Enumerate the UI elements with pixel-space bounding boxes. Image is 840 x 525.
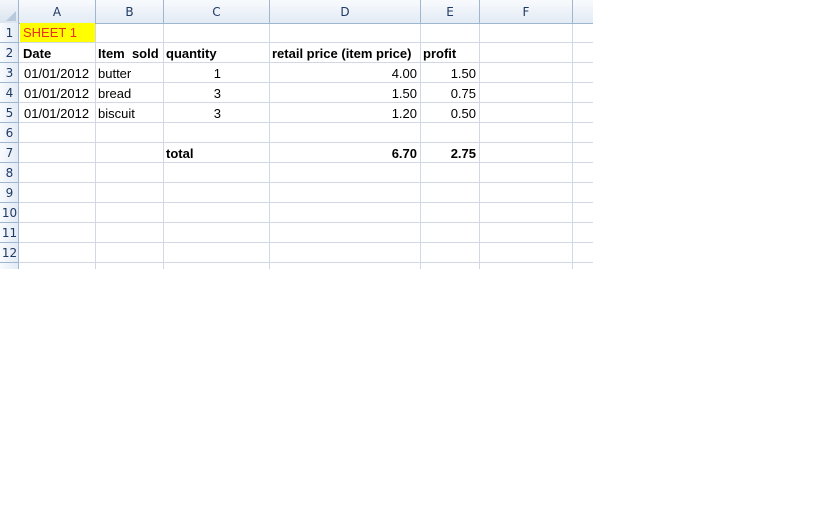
- cell-e4-profit[interactable]: 0.75: [420, 83, 479, 103]
- row-header-1[interactable]: 1: [0, 23, 19, 43]
- column-header-bar: A B C D E F: [0, 0, 593, 24]
- column-header-e[interactable]: E: [421, 0, 480, 23]
- column-header-d[interactable]: D: [270, 0, 421, 23]
- cell-a2-header-date[interactable]: Date: [20, 43, 95, 63]
- cell-b5-item[interactable]: biscuit: [95, 103, 163, 123]
- cell-e7-total-profit[interactable]: 2.75: [420, 143, 479, 163]
- cell-b4-item[interactable]: bread: [95, 83, 163, 103]
- cell-d4-retail[interactable]: 1.50: [269, 83, 420, 103]
- row-header-11[interactable]: 11: [0, 223, 19, 243]
- cell-a1-sheet-label[interactable]: SHEET 1: [20, 23, 95, 42]
- cell-b2-header-item[interactable]: Item sold: [95, 43, 165, 63]
- gridline: [19, 262, 593, 263]
- gridline: [572, 23, 573, 269]
- cell-b3-item[interactable]: butter: [95, 63, 163, 83]
- cell-e5-profit[interactable]: 0.50: [420, 103, 479, 123]
- cell-e2-header-profit[interactable]: profit: [420, 43, 479, 63]
- cell-d7-total-retail[interactable]: 6.70: [269, 143, 420, 163]
- row-header-6[interactable]: 6: [0, 123, 19, 143]
- cell-a3-date[interactable]: 01/01/2012: [21, 63, 96, 83]
- gridline: [19, 202, 593, 203]
- cell-a4-date[interactable]: 01/01/2012: [21, 83, 96, 103]
- gridline: [19, 182, 593, 183]
- gridline: [19, 222, 593, 223]
- row-header-2[interactable]: 2: [0, 43, 19, 63]
- column-header-f[interactable]: F: [480, 0, 573, 23]
- cell-d3-retail[interactable]: 4.00: [269, 63, 420, 83]
- cell-c7-total-label[interactable]: total: [163, 143, 269, 163]
- select-all-icon: [6, 11, 16, 21]
- row-header-13[interactable]: [0, 263, 19, 269]
- row-header-4[interactable]: 4: [0, 83, 19, 103]
- cell-c3-quantity[interactable]: 1: [163, 63, 224, 83]
- row-header-10[interactable]: 10: [0, 203, 19, 223]
- row-header-5[interactable]: 5: [0, 103, 19, 123]
- cell-d2-header-retail[interactable]: retail price (item price): [269, 43, 420, 63]
- gridline: [19, 242, 593, 243]
- select-all-button[interactable]: [0, 0, 19, 23]
- cell-c4-quantity[interactable]: 3: [163, 83, 224, 103]
- cell-d5-retail[interactable]: 1.20: [269, 103, 420, 123]
- row-header-12[interactable]: 12: [0, 243, 19, 263]
- row-header-bar: 1 2 3 4 5 6 7 8 9 10 11 12: [0, 23, 19, 269]
- row-header-3[interactable]: 3: [0, 63, 19, 83]
- row-header-7[interactable]: 7: [0, 143, 19, 163]
- cell-c5-quantity[interactable]: 3: [163, 103, 224, 123]
- column-header-c[interactable]: C: [164, 0, 270, 23]
- cell-e3-profit[interactable]: 1.50: [420, 63, 479, 83]
- cell-a5-date[interactable]: 01/01/2012: [21, 103, 96, 123]
- row-header-9[interactable]: 9: [0, 183, 19, 203]
- gridline: [479, 23, 480, 269]
- column-header-a[interactable]: A: [19, 0, 96, 23]
- spreadsheet-grid[interactable]: A B C D E F 1 2 3 4 5 6 7 8 9 10 11 12 S…: [0, 0, 593, 269]
- cell-c2-header-quantity[interactable]: quantity: [163, 43, 269, 63]
- column-header-b[interactable]: B: [96, 0, 164, 23]
- row-header-8[interactable]: 8: [0, 163, 19, 183]
